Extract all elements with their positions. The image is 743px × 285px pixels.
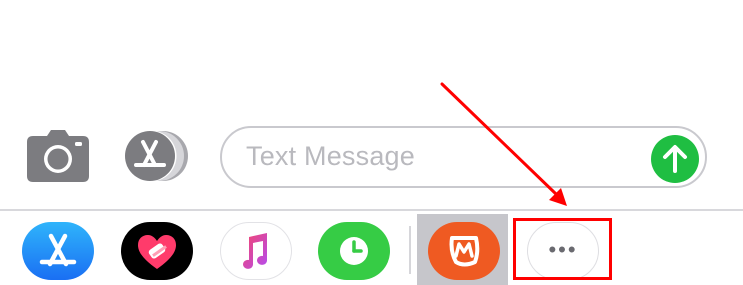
app-store-icon (39, 233, 77, 267)
music-note-icon (243, 233, 268, 269)
send-button[interactable] (651, 135, 699, 183)
messages-compose-area: Text Message ••• (0, 0, 743, 285)
drawer-app-digital-touch[interactable] (121, 222, 193, 280)
drawer-app-app-store[interactable] (22, 222, 94, 280)
arrow-up-icon (663, 145, 687, 173)
drawer-app-music[interactable] (220, 222, 292, 280)
drawer-app-activity[interactable] (318, 222, 390, 280)
text-message-input[interactable]: Text Message (220, 126, 707, 188)
annotation-highlight-box (513, 218, 612, 280)
clock-icon (340, 237, 368, 265)
camera-icon (27, 130, 89, 182)
drawer-app-mango-tv[interactable] (428, 222, 500, 280)
apps-button[interactable] (124, 130, 190, 182)
app-store-icon (125, 130, 188, 182)
camera-button[interactable] (27, 130, 89, 182)
drawer-divider (0, 209, 743, 211)
text-message-placeholder: Text Message (246, 141, 415, 171)
drawer-separator (409, 226, 411, 274)
heart-icon (138, 235, 176, 269)
mango-tv-icon (449, 236, 480, 267)
